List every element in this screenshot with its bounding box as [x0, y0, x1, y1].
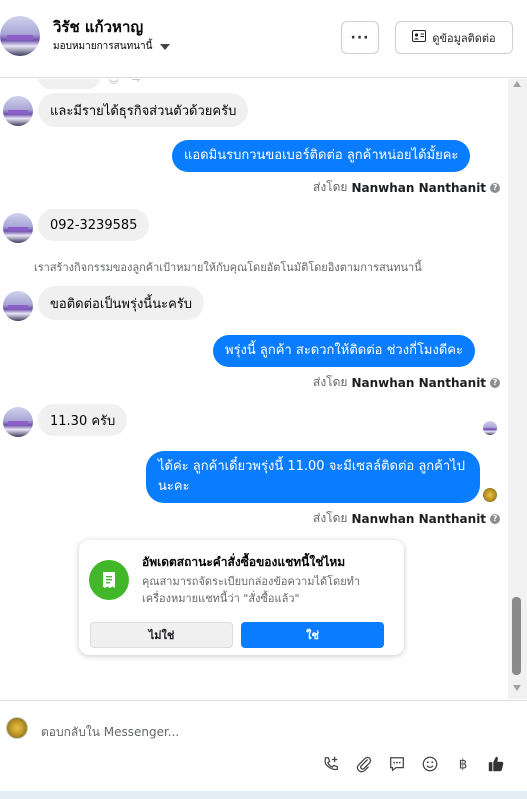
help-icon[interactable]: ? — [490, 513, 501, 524]
sent-by-name: Nanwhan Nanthanit — [351, 180, 487, 195]
card-title: อัพเดตสถานะคำสั่งซื้อของแชทนี้ใช่ไหม — [142, 555, 346, 569]
incoming-message[interactable]: และมีรายได้ธุรกิจส่วนตัวด้วยครับ — [38, 93, 249, 127]
sent-by-line: ส่งโดย Nanwhan Nanthanit ? — [313, 373, 501, 392]
contact-avatar[interactable] — [0, 16, 40, 56]
sender-avatar[interactable] — [3, 291, 33, 321]
seen-avatar — [483, 488, 497, 502]
scroll-down-arrow-icon[interactable] — [513, 685, 521, 691]
sent-by-name: Nanwhan Nanthanit — [351, 511, 487, 526]
reply-input[interactable]: ตอบกลับใน Messenger... — [41, 723, 179, 742]
window-bottom-edge — [0, 791, 527, 799]
sender-avatar[interactable] — [3, 407, 33, 437]
composer-toolbar: ฿ — [320, 753, 507, 775]
message-composer: ตอบกลับใน Messenger... ฿ — [0, 700, 527, 799]
contact-card-icon — [412, 30, 427, 45]
sender-avatar[interactable] — [3, 213, 33, 243]
no-button[interactable]: ไม่ใช่ — [90, 622, 233, 648]
call-add-icon[interactable] — [320, 753, 342, 775]
sent-by-line: ส่งโดย Nanwhan Nanthanit ? — [313, 178, 501, 197]
sent-by-prefix: ส่งโดย — [313, 375, 348, 389]
activity-note: เราสร้างกิจกรรมของลูกค้าเป้าหมายให้กับคุ… — [34, 261, 422, 274]
attachment-icon[interactable] — [353, 753, 375, 775]
more-options-button[interactable]: ··· — [341, 21, 379, 54]
help-icon[interactable]: ? — [490, 377, 501, 388]
sender-avatar[interactable] — [3, 96, 33, 126]
assign-label: มอบหมายการสนทนานี้ — [53, 41, 153, 52]
incoming-message[interactable]: ขอติดต่อเป็นพรุ่งนี้นะครับ — [38, 286, 204, 320]
contact-name[interactable]: วิรัช แก้วหาญ — [53, 15, 143, 39]
emoji-icon[interactable] — [419, 753, 441, 775]
payment-baht-icon[interactable]: ฿ — [452, 753, 474, 775]
outgoing-message[interactable]: แอดมินรบกวนขอเบอร์ติดต่อ ลูกค้าหน่อยได้ม… — [172, 140, 471, 172]
read-receipt-avatar — [483, 421, 497, 435]
card-description: คุณสามารถจัดระเบียบกล่องข้อความได้โดยทำเ… — [142, 575, 361, 605]
thread-scrollbar[interactable] — [508, 79, 527, 699]
view-contact-info-label: ดูข้อมูลติดต่อ — [432, 31, 496, 45]
scroll-thumb[interactable] — [512, 597, 521, 675]
conversation-header: วิรัช แก้วหาญ มอบหมายการสนทนานี้ ··· ดูข… — [0, 0, 527, 78]
svg-text:฿: ฿ — [459, 757, 468, 773]
receipt-icon — [89, 560, 129, 600]
previous-message-bubble — [38, 79, 100, 89]
saved-reply-icon[interactable] — [386, 753, 408, 775]
message-action-icons[interactable]: ☺ ↪ — [108, 79, 144, 86]
thumbs-up-icon[interactable] — [485, 753, 507, 775]
sent-by-prefix: ส่งโดย — [313, 180, 348, 194]
sent-by-line: ส่งโดย Nanwhan Nanthanit ? — [313, 509, 501, 528]
assign-conversation-dropdown[interactable]: มอบหมายการสนทนานี้ — [53, 39, 171, 54]
incoming-message[interactable]: 11.30 ครับ — [38, 404, 128, 436]
incoming-message[interactable]: 092-3239585 — [38, 209, 150, 241]
message-thread[interactable]: ☺ ↪ และมีรายได้ธุรกิจส่วนตัวด้วยครับ แอด… — [0, 79, 508, 699]
yes-button[interactable]: ใช่ — [241, 622, 384, 648]
outgoing-message[interactable]: พรุ่งนี้ ลูกค้า สะดวกให้ติดต่อ ช่วงกี่โม… — [213, 335, 475, 367]
scroll-up-arrow-icon[interactable] — [513, 81, 521, 87]
outgoing-message[interactable]: ได้ค่ะ ลูกค้าเดี๋ยวพรุ่งนี้ 11.00 จะมีเซ… — [146, 451, 480, 503]
view-contact-info-button[interactable]: ดูข้อมูลติดต่อ — [395, 21, 513, 54]
sent-by-prefix: ส่งโดย — [313, 511, 348, 525]
sent-by-name: Nanwhan Nanthanit — [351, 375, 487, 390]
order-status-card: อัพเดตสถานะคำสั่งซื้อของแชทนี้ใช่ไหม คุณ… — [79, 540, 404, 655]
help-icon[interactable]: ? — [490, 182, 501, 193]
chevron-down-icon — [160, 43, 171, 50]
page-avatar — [6, 717, 28, 739]
